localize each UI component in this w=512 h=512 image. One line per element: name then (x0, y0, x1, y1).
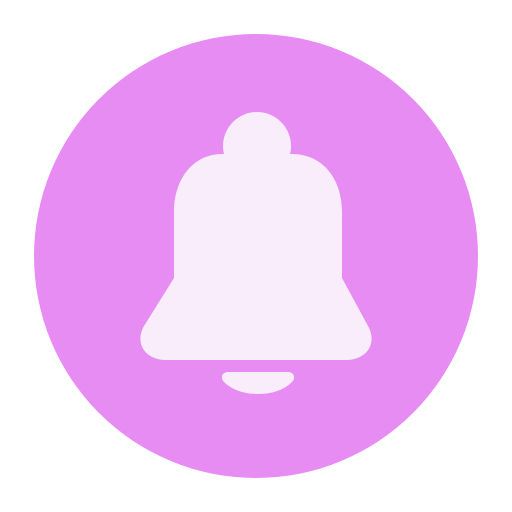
notification-badge[interactable] (0, 0, 512, 512)
bell-icon (34, 34, 478, 478)
